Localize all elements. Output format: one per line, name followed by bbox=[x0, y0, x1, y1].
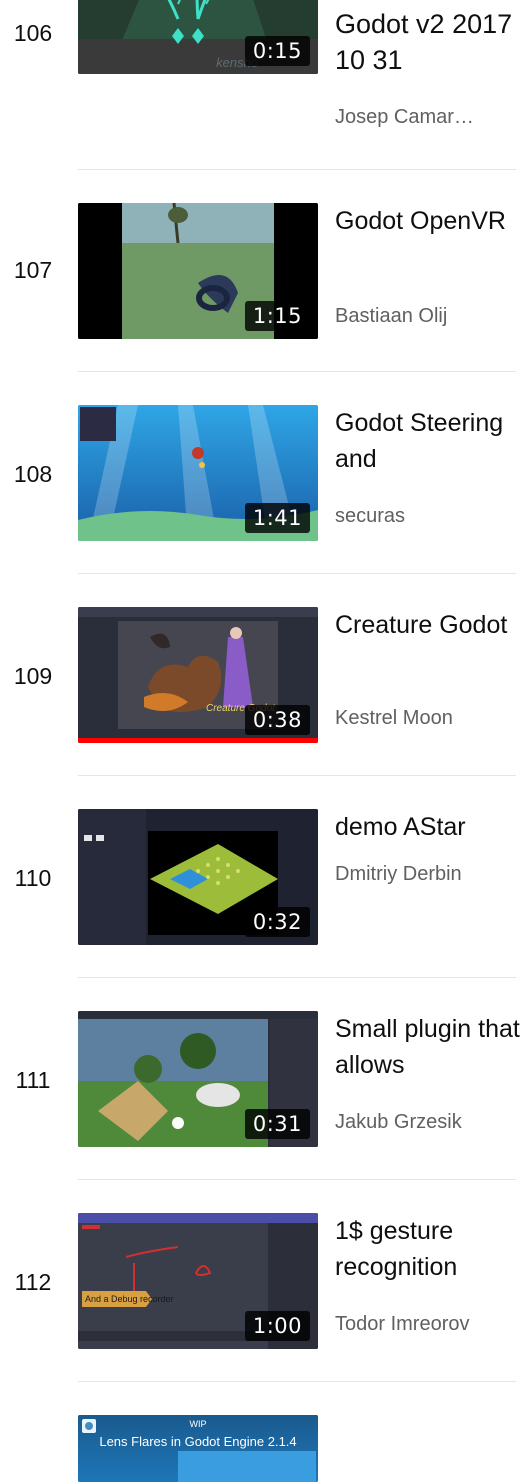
video-title[interactable]: Creature Godot bbox=[335, 607, 524, 643]
item-index: 111 bbox=[15, 1067, 51, 1093]
thumbnail-caption: Lens Flares in Godot Engine 2.1.4 bbox=[99, 1434, 297, 1449]
playlist-item[interactable]: 1:15 107 Godot OpenVR Bastiaan Olij bbox=[0, 169, 524, 372]
playlist-item[interactable]: kensho 0:15 106 Godot v2 2017 10 31 Jose… bbox=[0, 0, 524, 170]
video-title[interactable]: Godot Steering and bbox=[335, 405, 524, 477]
duration-badge: 1:41 bbox=[244, 503, 310, 533]
video-thumbnail[interactable]: Creature Godot 0:38 bbox=[78, 607, 318, 743]
playlist-item[interactable]: WIP Lens Flares in Godot Engine 2.1.4 bbox=[0, 1381, 524, 1482]
playlist-item[interactable]: 0:32 110 demo AStar Dmitriy Derbin bbox=[0, 775, 524, 978]
video-thumbnail[interactable]: And a Debug recorder 1:00 bbox=[78, 1213, 318, 1349]
video-title[interactable]: 1$ gesture recognition bbox=[335, 1213, 524, 1285]
video-thumbnail[interactable]: 0:32 bbox=[78, 809, 318, 945]
item-index: 109 bbox=[13, 663, 53, 689]
duration-badge: 1:15 bbox=[244, 301, 310, 331]
item-index: 112 bbox=[14, 1269, 52, 1295]
duration-badge: 0:32 bbox=[244, 907, 310, 937]
watch-progress-bar bbox=[78, 738, 318, 743]
duration-badge: 0:15 bbox=[244, 36, 310, 66]
video-title[interactable]: demo AStar bbox=[335, 809, 524, 845]
duration-badge: 1:00 bbox=[244, 1311, 310, 1341]
video-title[interactable]: Godot OpenVR bbox=[335, 203, 524, 239]
video-title[interactable]: Godot v2 2017 10 31 bbox=[335, 6, 524, 78]
playlist-item[interactable]: And a Debug recorder 1:00 112 1$ gesture… bbox=[0, 1179, 524, 1382]
video-title[interactable]: Small plugin that allows bbox=[335, 1011, 524, 1083]
channel-name[interactable]: Josep Camar… bbox=[335, 106, 515, 129]
channel-name[interactable]: Kestrel Moon bbox=[335, 707, 515, 730]
video-thumbnail[interactable]: 1:41 bbox=[78, 405, 318, 541]
video-thumbnail[interactable]: 1:15 bbox=[78, 203, 318, 339]
channel-name[interactable]: securas bbox=[335, 505, 515, 528]
thumbnail-badge: WIP bbox=[189, 1419, 207, 1429]
playlist-item[interactable]: 0:31 111 Small plugin that allows Jakub … bbox=[0, 977, 524, 1180]
item-index: 106 bbox=[13, 20, 53, 46]
channel-name[interactable]: Dmitriy Derbin bbox=[335, 863, 515, 886]
thumbnail-caption: And a Debug recorder bbox=[85, 1294, 174, 1304]
channel-name[interactable]: Bastiaan Olij bbox=[335, 305, 515, 328]
item-index: 108 bbox=[13, 461, 53, 487]
video-thumbnail[interactable]: kensho 0:15 bbox=[78, 0, 318, 74]
item-index: 107 bbox=[13, 257, 53, 283]
channel-name[interactable]: Todor Imreorov bbox=[335, 1313, 515, 1336]
playlist-item[interactable]: 1:41 108 Godot Steering and securas bbox=[0, 371, 524, 574]
video-thumbnail[interactable]: WIP Lens Flares in Godot Engine 2.1.4 bbox=[78, 1415, 318, 1482]
video-thumbnail[interactable]: 0:31 bbox=[78, 1011, 318, 1147]
playlist-item[interactable]: Creature Godot 0:38 109 Creature Godot K… bbox=[0, 573, 524, 776]
duration-badge: 0:31 bbox=[244, 1109, 310, 1139]
item-index: 110 bbox=[14, 865, 52, 891]
channel-name[interactable]: Jakub Grzesik bbox=[335, 1111, 515, 1134]
duration-badge: 0:38 bbox=[244, 705, 310, 735]
